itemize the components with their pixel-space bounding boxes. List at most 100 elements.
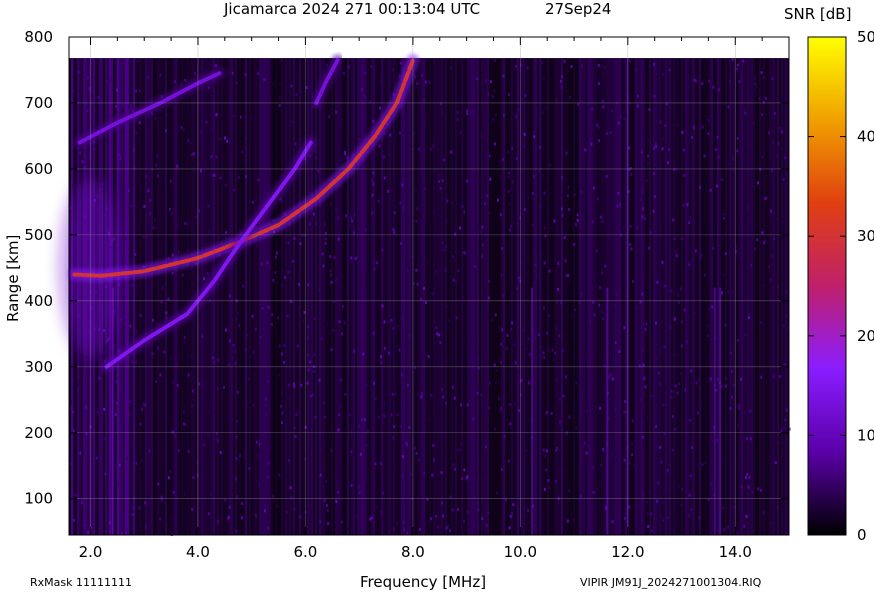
noise-speckle <box>263 77 266 81</box>
y-tick-label: 800 <box>24 28 53 46</box>
noise-speckle <box>174 80 176 83</box>
noise-column <box>391 58 393 535</box>
noise-speckle <box>605 174 608 178</box>
noise-speckle <box>358 138 361 142</box>
noise-speckle <box>191 508 194 512</box>
noise-column <box>339 58 341 535</box>
noise-speckle <box>266 261 269 264</box>
noise-speckle <box>454 232 457 236</box>
noise-speckle <box>628 102 631 106</box>
noise-speckle <box>439 341 442 344</box>
noise-speckle <box>136 286 139 290</box>
noise-speckle <box>232 343 235 347</box>
noise-speckle <box>396 521 399 525</box>
noise-column <box>613 58 615 535</box>
noise-speckle <box>169 470 172 474</box>
noise-speckle <box>184 423 187 426</box>
noise-speckle <box>93 125 96 129</box>
noise-speckle <box>597 64 600 67</box>
noise-speckle <box>633 464 635 468</box>
noise-speckle <box>372 332 375 335</box>
noise-speckle <box>339 404 342 408</box>
noise-speckle <box>174 434 177 438</box>
noise-speckle <box>629 198 631 202</box>
noise-speckle <box>463 519 465 523</box>
noise-speckle <box>102 182 105 186</box>
noise-speckle <box>307 325 310 328</box>
noise-speckle <box>329 269 332 273</box>
colorbar-tick-label: 50 <box>857 28 874 46</box>
noise-speckle <box>281 199 284 203</box>
noise-column <box>615 58 617 535</box>
noise-speckle <box>146 78 149 82</box>
noise-column <box>669 58 671 535</box>
noise-speckle <box>287 241 290 245</box>
noise-speckle <box>701 125 704 129</box>
noise-speckle <box>773 460 776 464</box>
noise-column <box>569 58 571 535</box>
noise-speckle <box>772 375 775 378</box>
noise-column <box>273 58 275 535</box>
noise-column <box>685 58 687 535</box>
echo-point <box>277 223 281 227</box>
noise-speckle <box>706 316 709 320</box>
noise-speckle <box>330 427 333 431</box>
noise-column <box>443 58 445 535</box>
noise-speckle <box>429 147 432 151</box>
noise-speckle <box>659 120 662 124</box>
noise-speckle <box>432 320 435 324</box>
x-tick-label: 8.0 <box>401 543 425 561</box>
noise-speckle <box>359 109 362 113</box>
noise-column <box>721 58 723 535</box>
noise-speckle <box>190 220 193 224</box>
noise-speckle <box>709 82 712 86</box>
noise-speckle <box>387 530 390 534</box>
echo-point <box>336 58 340 62</box>
noise-speckle <box>743 411 746 415</box>
noise-column <box>295 58 297 535</box>
noise-speckle <box>479 230 482 234</box>
noise-speckle <box>707 334 710 337</box>
noise-speckle <box>72 410 75 414</box>
noise-speckle <box>281 99 284 103</box>
noise-speckle <box>515 113 518 117</box>
noise-speckle <box>544 454 547 458</box>
noise-speckle <box>631 453 633 457</box>
noise-column <box>439 58 441 535</box>
noise-speckle <box>764 197 766 201</box>
noise-speckle <box>237 390 239 394</box>
noise-column <box>299 58 301 535</box>
noise-speckle <box>630 247 633 251</box>
noise-speckle <box>436 525 439 529</box>
noise-speckle <box>353 231 355 235</box>
noise-column <box>307 58 309 535</box>
noise-speckle <box>423 287 425 290</box>
interference-stripe <box>719 287 722 535</box>
noise-column <box>417 58 419 535</box>
noise-column <box>359 58 361 535</box>
noise-speckle <box>570 512 573 516</box>
noise-speckle <box>641 435 644 439</box>
noise-column <box>353 58 355 535</box>
noise-speckle <box>187 248 190 252</box>
noise-speckle <box>151 115 154 119</box>
noise-speckle <box>570 315 573 318</box>
noise-speckle <box>284 275 286 279</box>
noise-speckle <box>672 218 675 222</box>
noise-speckle <box>382 155 385 159</box>
noise-column <box>467 58 469 535</box>
noise-speckle <box>433 139 436 143</box>
noise-speckle <box>329 255 331 259</box>
noise-speckle <box>463 468 466 472</box>
noise-speckle <box>711 305 714 309</box>
noise-speckle <box>489 177 492 181</box>
noise-column <box>633 58 635 535</box>
noise-speckle <box>233 114 236 118</box>
noise-column <box>581 58 583 535</box>
noise-speckle <box>371 193 374 197</box>
noise-column <box>497 58 499 535</box>
noise-speckle <box>690 369 693 373</box>
noise-speckle <box>656 280 659 284</box>
noise-speckle <box>427 355 430 358</box>
noise-speckle <box>608 376 611 379</box>
